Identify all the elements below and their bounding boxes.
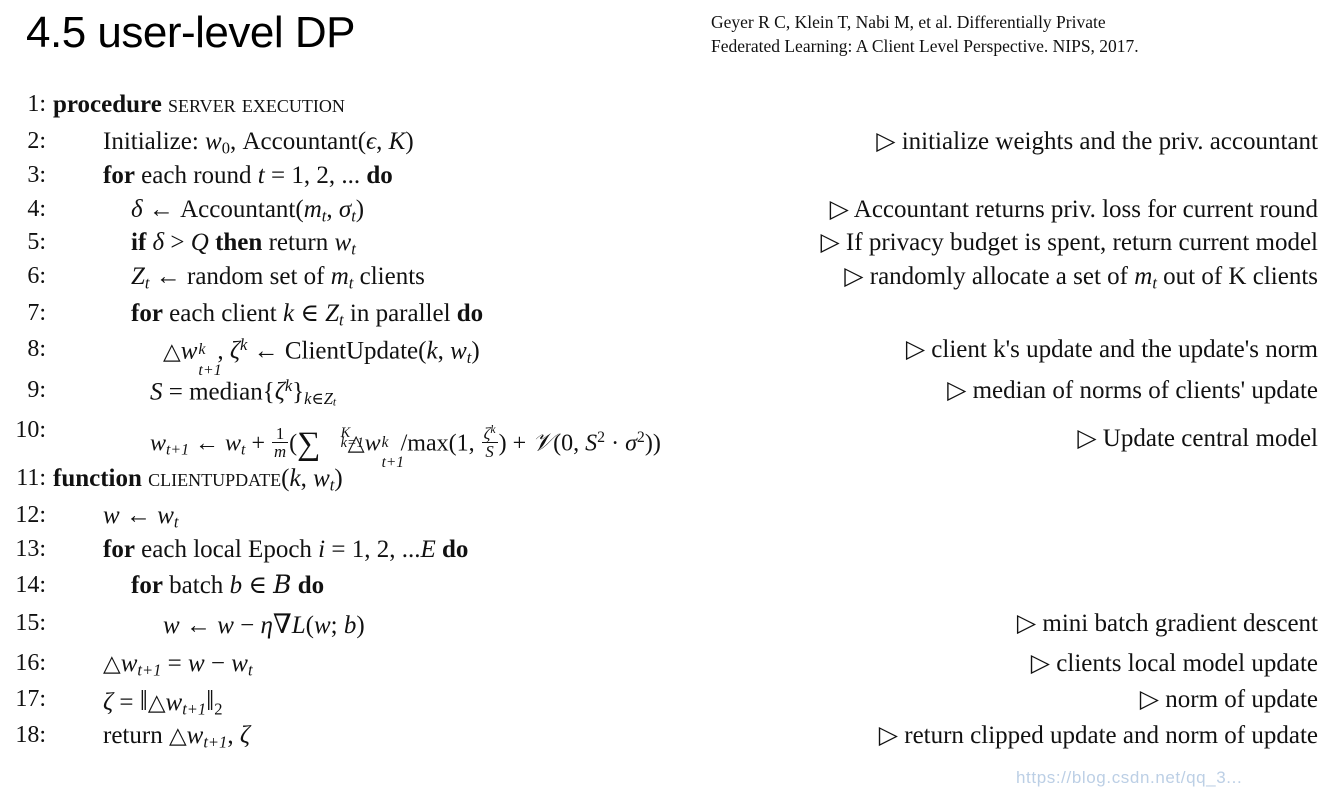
line-code: Initialize: w0, Accountant(ϵ, K) <box>103 128 414 158</box>
line-code: for each round t = 1, 2, ... do <box>103 162 393 189</box>
line-comment: ▷ Accountant returns priv. loss for curr… <box>829 196 1318 223</box>
line-number: 4: <box>27 196 46 222</box>
line-number: 16: <box>15 650 46 676</box>
line-number: 17: <box>15 686 46 712</box>
line-comment: ▷ return clipped update and norm of upda… <box>878 722 1318 749</box>
algorithm-line: 15: w ← w − η∇L(w; b) ▷ mini batch gradi… <box>0 611 1321 651</box>
slide-header: 4.5 user-level DP Geyer R C, Klein T, Na… <box>0 0 1321 78</box>
algorithm-line: 11: function ClientUpdate(k, wt) <box>0 466 1321 503</box>
line-code: wt+1 ← wt + 1 m (∑ Kk=1 △w k t+1/max(1, ζk S) … <box>150 423 661 471</box>
line-code: for each local Epoch i = 1, 2, ...E do <box>103 536 469 563</box>
line-comment: ▷ randomly allocate a set of mt out of K… <box>844 263 1318 293</box>
line-number: 1: <box>27 91 46 117</box>
line-code: ζ = ‖△wt+1‖2 <box>103 685 223 719</box>
line-comment: ▷ norm of update <box>1139 686 1318 713</box>
line-number: 3: <box>27 162 46 188</box>
line-comment: ▷ client k's update and the update's nor… <box>905 336 1318 363</box>
algorithm-line: 8: △w k t+1, ζk ← ClientUpdate(k, wt) ▷ cl… <box>0 335 1321 380</box>
algorithm-line: 2: Initialize: w0, Accountant(ϵ, K) ▷ in… <box>0 129 1321 163</box>
line-comment: ▷ If privacy budget is spent, return cur… <box>820 229 1318 256</box>
line-number: 2: <box>27 128 46 154</box>
line-code: Zt ← random set of mt clients <box>131 263 425 293</box>
algorithm-listing: 1: procedure Server execution 2: Initial… <box>0 92 1321 759</box>
algorithm-line: 18: return △wt+1, ζ ▷ return clipped upd… <box>0 723 1321 759</box>
algorithm-line: 14: for batch b ∈ 𝐵 do <box>0 573 1321 611</box>
line-code: procedure Server execution <box>53 91 345 118</box>
line-number: 14: <box>15 572 46 598</box>
line-code: function ClientUpdate(k, wt) <box>53 465 343 495</box>
line-code: δ ← Accountant(mt, σt) <box>131 196 365 226</box>
line-comment: ▷ clients local model update <box>1030 650 1318 677</box>
line-number: 8: <box>27 336 46 362</box>
citation-line-1: Geyer R C, Klein T, Nabi M, et al. Diffe… <box>711 12 1106 32</box>
algorithm-line: 5: if δ > Q then return wt ▷ If privacy … <box>0 230 1321 264</box>
line-code: for batch b ∈ 𝐵 do <box>131 572 325 599</box>
line-number: 11: <box>16 465 46 491</box>
line-number: 13: <box>15 536 46 562</box>
line-comment: ▷ mini batch gradient descent <box>1016 610 1318 637</box>
algorithm-line: 17: ζ = ‖△wt+1‖2 ▷ norm of update <box>0 687 1321 723</box>
line-code: △w k t+1, ζk ← ClientUpdate(k, wt) <box>163 335 480 380</box>
line-number: 5: <box>27 229 46 255</box>
algorithm-line: 9: S = median{ζk}k∈Zt ▷ median of norms … <box>0 376 1321 418</box>
line-number: 7: <box>27 300 46 326</box>
line-comment: ▷ initialize weights and the priv. accou… <box>876 128 1318 155</box>
algorithm-line: 3: for each round t = 1, 2, ... do <box>0 163 1321 197</box>
algorithm-line: 4: δ ← Accountant(mt, σt) ▷ Accountant r… <box>0 197 1321 230</box>
line-number: 10: <box>15 417 46 443</box>
line-code: if δ > Q then return wt <box>131 229 356 259</box>
line-number: 6: <box>27 263 46 289</box>
algorithm-line: 13: for each local Epoch i = 1, 2, ...E … <box>0 537 1321 573</box>
line-comment: ▷ Update central model <box>1077 425 1318 452</box>
line-code: for each client k ∈ Zt in parallel do <box>131 300 484 330</box>
line-code: △wt+1 = w − wt <box>103 650 253 680</box>
line-number: 15: <box>15 610 46 636</box>
line-number: 18: <box>15 722 46 748</box>
citation-line-2: Federated Learning: A Client Level Persp… <box>711 36 1139 56</box>
line-code: w ← wt <box>103 502 179 532</box>
algorithm-line: 7: for each client k ∈ Zt in parallel do <box>0 301 1321 337</box>
line-code: return △wt+1, ζ <box>103 722 250 752</box>
algorithm-line: 10: wt+1 ← wt + 1 m (∑ Kk=1 △w k t+1/max(1, ζ… <box>0 417 1321 471</box>
watermark: https://blog.csdn.net/qq_3... <box>1016 768 1243 787</box>
citation-reference: Geyer R C, Klein T, Nabi M, et al. Diffe… <box>711 10 1321 58</box>
line-comment: ▷ median of norms of clients' update <box>947 377 1318 404</box>
algorithm-line: 12: w ← wt <box>0 503 1321 537</box>
algorithm-line: 16: △wt+1 = w − wt ▷ clients local model… <box>0 651 1321 687</box>
algorithm-line: 6: Zt ← random set of mt clients ▷ rando… <box>0 264 1321 301</box>
line-code: S = median{ζk}k∈Zt <box>150 376 337 409</box>
page-title: 4.5 user-level DP <box>26 8 355 57</box>
line-number: 9: <box>27 377 46 403</box>
line-number: 12: <box>15 502 46 528</box>
line-code: w ← w − η∇L(w; b) <box>163 609 365 639</box>
algorithm-line: 1: procedure Server execution <box>0 92 1321 129</box>
